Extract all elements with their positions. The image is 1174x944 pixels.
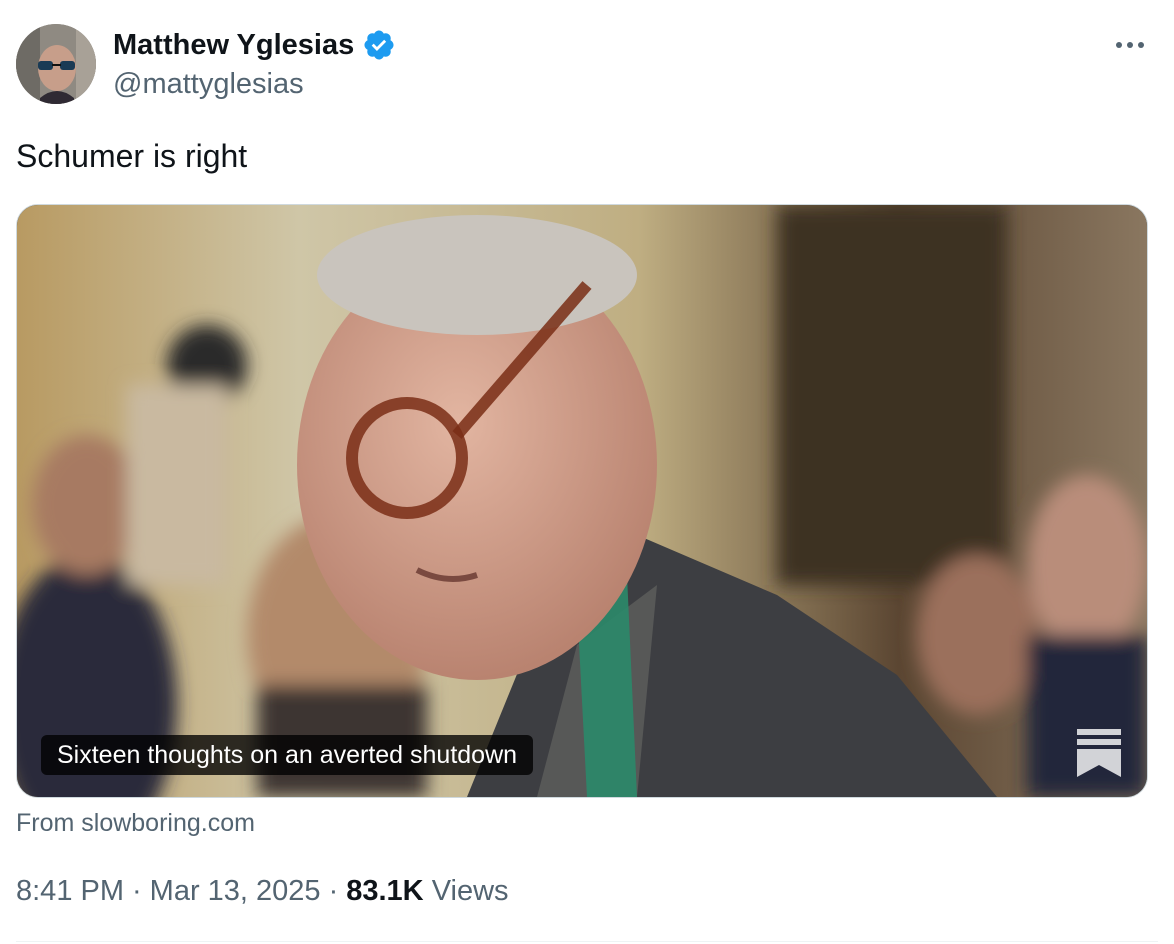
tweet-meta: 8:41 PM · Mar 13, 2025 · 83.1K Views [16, 870, 509, 912]
views-label: Views [431, 875, 509, 907]
card-photo [17, 205, 1147, 797]
meta-separator: · [132, 875, 142, 907]
verified-badge-icon[interactable] [362, 28, 396, 62]
avatar[interactable] [16, 24, 96, 104]
author-name-text[interactable]: Matthew Yglesias [113, 27, 354, 63]
tweet-text: Schumer is right [16, 138, 248, 174]
divider [16, 941, 1158, 942]
author-name[interactable]: Matthew Yglesias [113, 27, 396, 63]
substack-bookmark-icon [1077, 729, 1121, 777]
author-handle[interactable]: @mattyglesias [113, 66, 304, 102]
meta-separator: · [328, 875, 339, 907]
views-count: 83.1K [346, 875, 424, 907]
tweet-date[interactable]: Mar 13, 2025 [150, 875, 321, 907]
tweet: Matthew Yglesias @mattyglesias Schumer i… [0, 0, 1174, 944]
tweet-time[interactable]: 8:41 PM [16, 875, 124, 907]
ellipsis-icon[interactable] [1110, 28, 1150, 62]
card-source[interactable]: From slowboring.com [16, 806, 255, 840]
card-caption[interactable]: Sixteen thoughts on an averted shutdown [41, 735, 534, 775]
link-card[interactable]: Sixteen thoughts on an averted shutdown [16, 204, 1148, 798]
